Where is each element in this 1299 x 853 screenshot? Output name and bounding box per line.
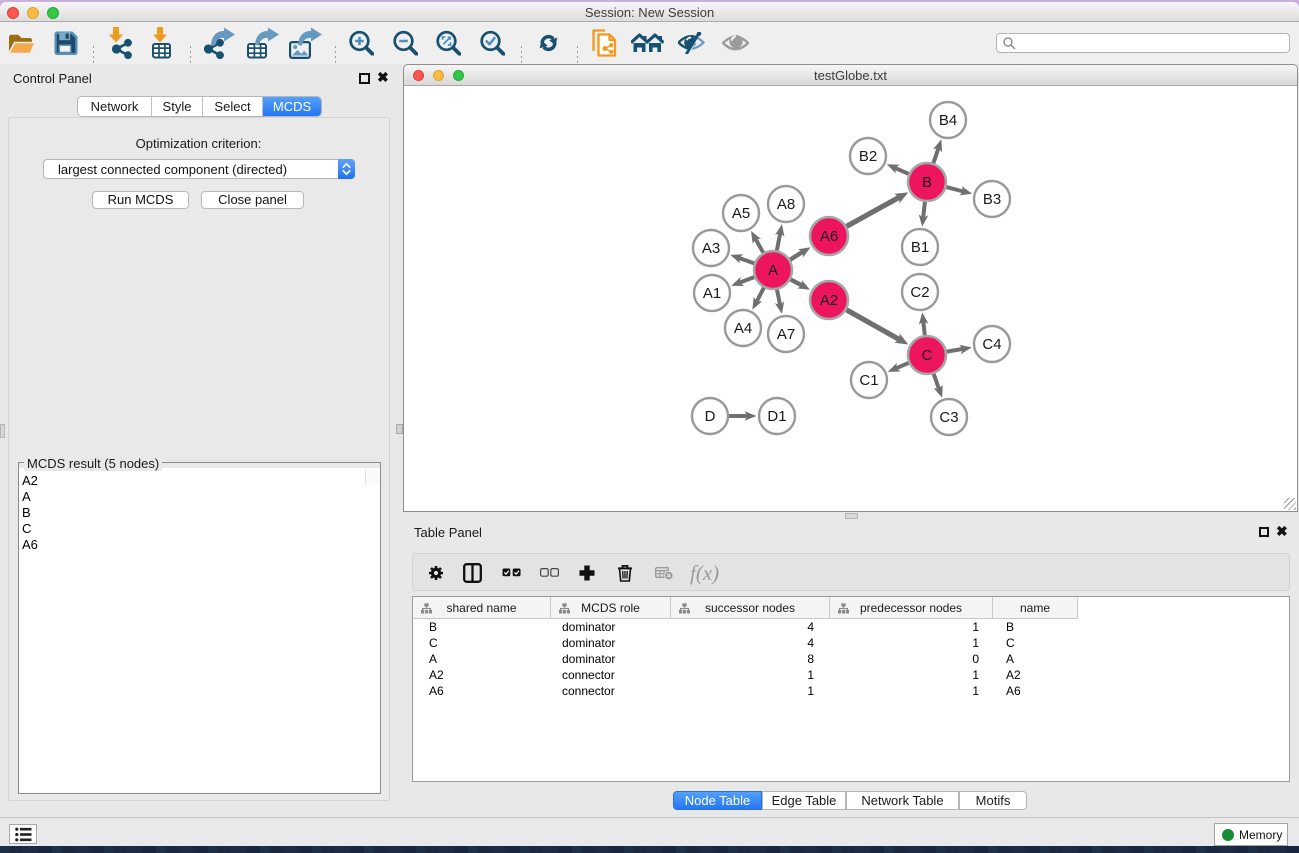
svg-text:C: C (922, 347, 933, 364)
svg-text:A4: A4 (734, 320, 752, 337)
svg-text:A7: A7 (777, 326, 795, 343)
svg-text:B1: B1 (911, 239, 929, 256)
svg-text:A6: A6 (820, 228, 838, 245)
svg-text:A2: A2 (820, 292, 838, 309)
svg-text:A: A (768, 262, 778, 279)
svg-text:B: B (922, 174, 932, 191)
svg-text:D: D (705, 408, 716, 425)
svg-text:B4: B4 (939, 112, 957, 129)
svg-text:B2: B2 (859, 148, 877, 165)
svg-text:A1: A1 (703, 285, 721, 302)
svg-text:B3: B3 (983, 191, 1001, 208)
svg-text:C2: C2 (910, 284, 929, 301)
svg-text:A5: A5 (732, 205, 750, 222)
svg-text:C1: C1 (859, 372, 878, 389)
svg-text:C4: C4 (982, 336, 1001, 353)
svg-text:D1: D1 (767, 408, 786, 425)
svg-text:A8: A8 (777, 196, 795, 213)
svg-text:C3: C3 (939, 409, 958, 426)
svg-text:A3: A3 (702, 240, 720, 257)
